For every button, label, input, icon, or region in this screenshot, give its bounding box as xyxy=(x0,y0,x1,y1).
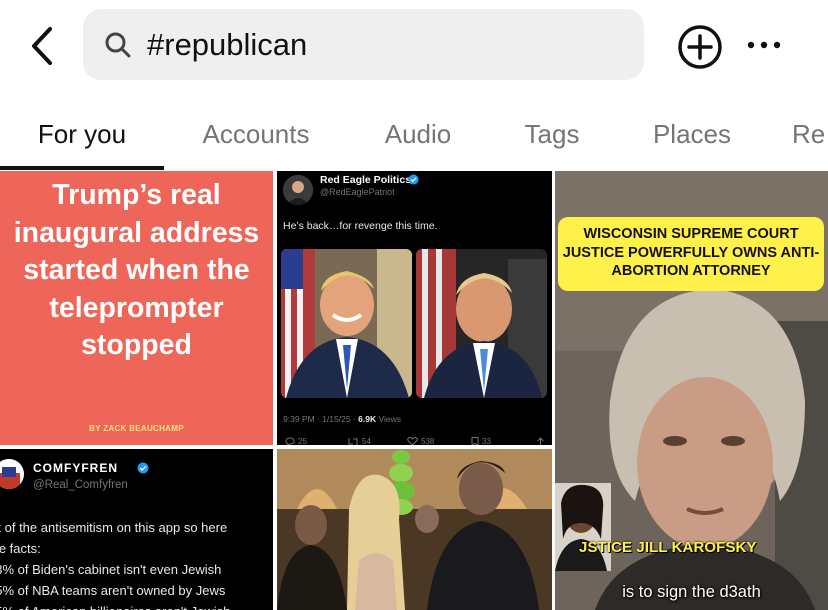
quote-byline: BY ZACK BEAUCHAMP xyxy=(89,424,184,433)
share-icon xyxy=(537,437,544,445)
tweet-account-name: Red Eagle Politics xyxy=(320,174,412,186)
tab-audio[interactable]: Audio xyxy=(370,98,466,170)
quote-text: Trump’s real inaugural address started w… xyxy=(13,179,260,361)
tweet-photo-right xyxy=(416,249,547,398)
event-photo xyxy=(277,449,552,610)
tweet-meta: 9:39 PM · 1/15/25 · 6.9K Views xyxy=(283,414,401,424)
tweet-line: 25% of NBA teams aren't owned by Jews xyxy=(0,583,226,598)
plus-circle-icon xyxy=(678,25,722,69)
tweet-replies: 25 xyxy=(285,437,307,445)
chevron-left-icon xyxy=(32,27,52,65)
tweet-stats: 25 54 538 33 xyxy=(283,437,548,445)
grid-item-text-tweet[interactable]: COMFYFREN @Real_Comfyfren ck of the anti… xyxy=(0,449,273,610)
tweet-views-count: 6.9K xyxy=(358,414,377,424)
active-tab-indicator xyxy=(0,166,164,170)
tweet-account-name: COMFYFREN xyxy=(33,461,118,475)
grid-item-quote-card[interactable]: Trump’s real inaugural address started w… xyxy=(0,171,273,445)
video-caption: is to sign the d3ath xyxy=(622,583,761,601)
back-button[interactable] xyxy=(22,24,62,68)
avatar xyxy=(283,175,313,205)
tweet-text: ck of the antisemitism on this app so he… xyxy=(0,517,273,610)
tweet-text: He’s back…for revenge this time. xyxy=(283,220,438,232)
add-button[interactable] xyxy=(676,23,724,71)
video-banner-text: WISCONSIN SUPREME COURT JUSTICE POWERFUL… xyxy=(562,226,820,279)
tweet-bookmarks: 33 xyxy=(471,437,491,445)
more-options-button[interactable] xyxy=(744,30,784,60)
tweet-line: 83% of Biden's cabinet isn't even Jewish xyxy=(0,562,222,577)
avatar xyxy=(0,459,24,489)
search-input[interactable] xyxy=(147,26,617,63)
search-header xyxy=(0,0,828,90)
tweet-handle: @RedEaglePatriot xyxy=(320,187,395,197)
tweet-time: 9:39 PM · 1/15/25 · xyxy=(283,414,356,424)
verified-badge-icon xyxy=(137,462,149,474)
grid-item-video[interactable]: WISCONSIN SUPREME COURT JUSTICE POWERFUL… xyxy=(555,171,828,610)
tab-reels[interactable]: Re xyxy=(792,98,828,170)
tab-places[interactable]: Places xyxy=(638,98,746,170)
tweet-views-label: Views xyxy=(378,414,402,424)
tab-for-you[interactable]: For you xyxy=(18,98,146,170)
tweet-line: me facts: xyxy=(0,541,41,556)
search-icon xyxy=(103,30,133,60)
heart-icon xyxy=(407,437,418,445)
search-bar[interactable] xyxy=(83,9,644,80)
results-grid: Trump’s real inaugural address started w… xyxy=(0,171,828,610)
tweet-share xyxy=(536,437,545,445)
grid-item-photo[interactable] xyxy=(277,449,552,610)
bookmark-icon xyxy=(471,437,479,445)
tweet-line: 15% of American billionaires aren't Jewi… xyxy=(0,601,273,610)
verified-badge-icon xyxy=(408,174,419,185)
retweet-icon xyxy=(348,438,358,445)
tweet-retweets: 54 xyxy=(347,437,371,445)
grid-item-photo-tweet[interactable]: Red Eagle Politics @RedEaglePatriot He’s… xyxy=(277,171,552,445)
tweet-photo-left xyxy=(281,249,412,398)
reply-icon xyxy=(285,437,295,445)
video-name-overlay: JSTICE JILL KAROFSKY xyxy=(579,539,757,556)
tab-accounts[interactable]: Accounts xyxy=(183,98,329,170)
tweet-likes: 538 xyxy=(407,437,434,445)
tab-tags[interactable]: Tags xyxy=(510,98,594,170)
tweet-handle: @Real_Comfyfren xyxy=(33,479,128,491)
more-horizontal-icon xyxy=(747,41,781,49)
tweet-line: ck of the antisemitism on this app so he… xyxy=(0,520,228,535)
creator-inset xyxy=(555,483,611,571)
search-tabs: For you Accounts Audio Tags Places Re xyxy=(0,98,828,170)
